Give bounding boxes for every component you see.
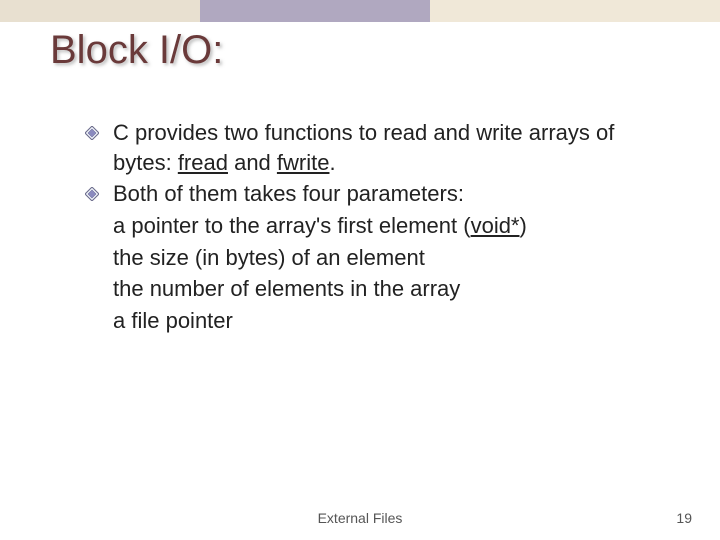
bullet-item: Both of them takes four parameters: xyxy=(85,179,665,209)
text-fragment: a pointer to the array's first element ( xyxy=(113,213,471,238)
page-number: 19 xyxy=(676,510,692,526)
bullet-text: Both of them takes four parameters: xyxy=(113,179,665,209)
decorative-top-band xyxy=(0,0,720,22)
band-segment xyxy=(430,0,720,22)
diamond-bullet-icon xyxy=(85,126,99,140)
underlined-term: fwrite xyxy=(277,150,330,175)
text-fragment: . xyxy=(329,150,335,175)
sub-line: a file pointer xyxy=(113,306,665,336)
slide-title: Block I/O: xyxy=(50,28,223,73)
slide-body: C provides two functions to read and wri… xyxy=(85,118,665,338)
bullet-item: C provides two functions to read and wri… xyxy=(85,118,665,177)
sub-line: the number of elements in the array xyxy=(113,274,665,304)
text-fragment: and xyxy=(228,150,277,175)
underlined-term: fread xyxy=(178,150,228,175)
footer-title: External Files xyxy=(0,510,720,526)
sub-line: a pointer to the array's first element (… xyxy=(113,211,665,241)
sub-line: the size (in bytes) of an element xyxy=(113,243,665,273)
band-segment xyxy=(0,0,200,22)
slide: Block I/O: C provides two functions to r… xyxy=(0,0,720,540)
band-segment xyxy=(200,0,430,22)
text-fragment: ) xyxy=(520,213,527,238)
bullet-text: C provides two functions to read and wri… xyxy=(113,118,665,177)
underlined-term: void* xyxy=(471,213,520,238)
diamond-bullet-icon xyxy=(85,187,99,201)
